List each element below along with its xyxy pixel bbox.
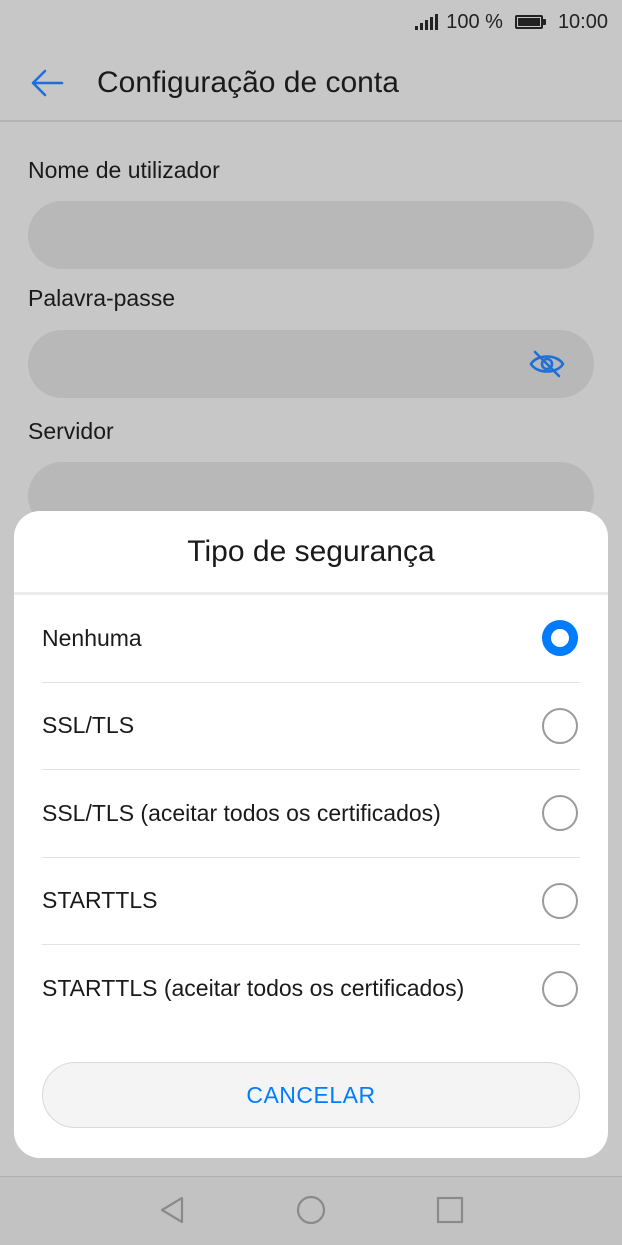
security-options-list: Nenhuma SSL/TLS SSL/TLS (aceitar todos o… xyxy=(42,595,580,1033)
option-ssl-tls[interactable]: SSL/TLS xyxy=(42,683,580,770)
option-none[interactable]: Nenhuma xyxy=(42,595,580,683)
password-input[interactable] xyxy=(28,330,594,398)
option-label: SSL/TLS (aceitar todos os certificados) xyxy=(42,799,441,826)
dialog-title: Tipo de segurança xyxy=(14,511,608,595)
option-ssl-tls-accept-all[interactable]: SSL/TLS (aceitar todos os certificados) xyxy=(42,770,580,858)
radio-unselected[interactable] xyxy=(542,882,578,919)
option-label: SSL/TLS xyxy=(42,712,135,739)
eye-off-icon[interactable] xyxy=(528,348,566,380)
username-label: Nome de utilizador xyxy=(28,157,220,183)
nav-back-icon[interactable] xyxy=(158,1195,186,1225)
status-bar: 100 % 10:00 xyxy=(0,0,622,44)
radio-selected[interactable] xyxy=(542,620,578,657)
radio-unselected[interactable] xyxy=(542,970,578,1007)
navigation-bar xyxy=(0,1176,622,1245)
option-label: STARTTLS (aceitar todos os certificados) xyxy=(42,975,465,1002)
clock: 10:00 xyxy=(557,10,608,33)
page-title: Configuração de conta xyxy=(97,66,399,99)
battery-percent: 100 % xyxy=(446,10,503,33)
nav-home-icon[interactable] xyxy=(296,1195,326,1225)
option-label: Nenhuma xyxy=(42,624,142,651)
server-label: Servidor xyxy=(28,418,114,444)
radio-unselected[interactable] xyxy=(542,795,578,832)
cancel-button[interactable]: CANCELAR xyxy=(42,1062,580,1128)
security-type-dialog: Tipo de segurança Nenhuma SSL/TLS SSL/TL… xyxy=(14,511,608,1158)
username-input[interactable] xyxy=(28,201,594,269)
battery-icon xyxy=(514,15,546,29)
nav-recent-icon[interactable] xyxy=(436,1196,464,1224)
option-starttls-accept-all[interactable]: STARTTLS (aceitar todos os certificados) xyxy=(42,945,580,1033)
back-arrow-icon[interactable] xyxy=(30,66,64,100)
signal-icon xyxy=(415,14,439,30)
password-label: Palavra-passe xyxy=(28,285,176,311)
option-label: STARTTLS xyxy=(42,887,158,914)
option-starttls[interactable]: STARTTLS xyxy=(42,858,580,945)
radio-unselected[interactable] xyxy=(542,707,578,744)
app-bar: Configuração de conta xyxy=(0,44,622,122)
